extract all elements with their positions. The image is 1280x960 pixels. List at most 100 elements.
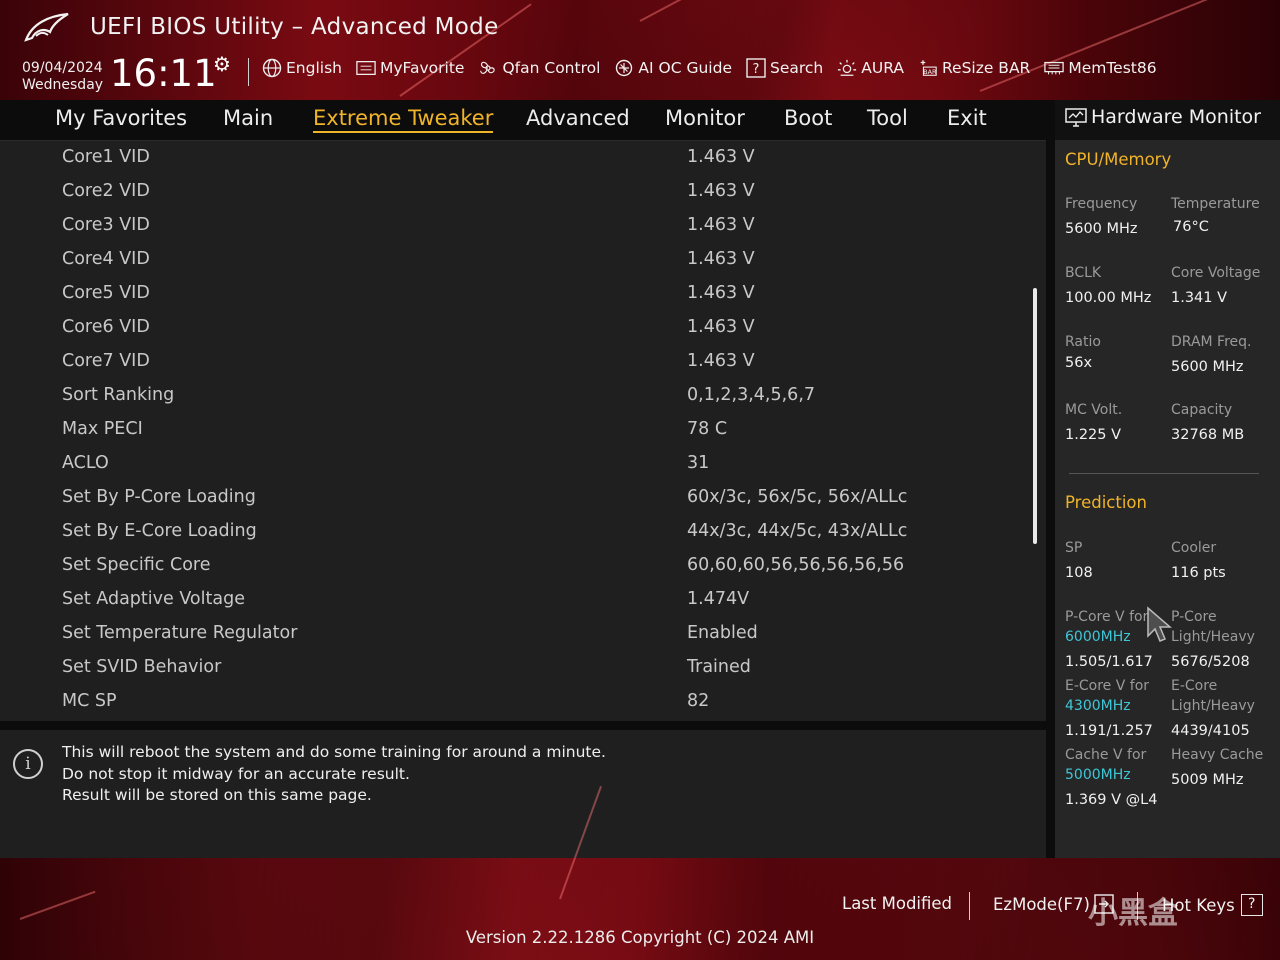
tab-tool[interactable]: Tool [867,106,908,130]
date-display: 09/04/2024 Wednesday [22,60,103,94]
search-label: Search [769,59,824,77]
setting-row[interactable]: Core5 VID 1.463 V [0,277,1030,311]
setting-value: Enabled [687,623,758,643]
setting-value: 0,1,2,3,4,5,6,7 [687,385,816,405]
tab-main[interactable]: Main [223,106,273,130]
tab-boot[interactable]: Boot [784,106,832,130]
language-button[interactable]: English [262,58,342,78]
memtest-button[interactable]: MemTest86 [1044,58,1157,78]
temperature-label: Temperature [1171,196,1260,212]
setting-row[interactable]: MC SP 82 [0,685,1030,719]
setting-label: Core4 VID [62,249,150,269]
setting-label: Core5 VID [62,283,150,303]
tab-extreme-tweaker[interactable]: Extreme Tweaker [313,106,494,133]
setting-row[interactable]: Core3 VID 1.463 V [0,209,1030,243]
tab-my-favorites[interactable]: My Favorites [55,106,187,130]
frequency-label: Frequency [1065,196,1138,212]
tab-advanced[interactable]: Advanced [526,106,630,130]
core-voltage-value: 1.341 V [1171,290,1228,306]
language-label: English [286,59,342,77]
setting-value: 31 [687,453,710,473]
gear-icon[interactable]: ⚙ [213,52,231,76]
setting-row[interactable]: Set SVID Behavior Trained [0,651,1030,685]
setting-row[interactable]: ACLO 31 [0,447,1030,481]
cache-v-value: 1.369 V @L4 [1065,792,1158,808]
memtest-label: MemTest86 [1068,59,1157,77]
setting-value: 78 C [687,419,728,439]
settings-scrollbar[interactable] [1033,288,1037,544]
setting-value: 60,60,60,56,56,56,56,56 [687,555,905,575]
tab-exit[interactable]: Exit [947,106,987,130]
temperature-value: 76°C [1173,219,1209,235]
mouse-cursor-icon [1147,606,1173,642]
pcore-lh-sublabel: Light/Heavy [1171,629,1255,645]
ecore-lh-value: 4439/4105 [1171,723,1250,739]
setting-row[interactable]: Set Temperature Regulator Enabled [0,617,1030,651]
setting-row[interactable]: Set By E-Core Loading 44x/3c, 44x/5c, 43x… [0,515,1030,549]
myfavorite-button[interactable]: MyFavorite [356,58,465,78]
setting-row[interactable]: Sort Ranking 0,1,2,3,4,5,6,7 [0,379,1030,413]
ecore-v-value: 1.191/1.257 [1065,723,1153,739]
heavy-cache-value: 5009 MHz [1171,772,1244,788]
tab-monitor[interactable]: Monitor [665,106,745,130]
setting-value: 1.463 V [687,317,755,337]
dram-freq-value: 5600 MHz [1171,359,1244,375]
svg-text:?: ? [753,62,760,77]
setting-row[interactable]: Max PECI 78 C [0,413,1030,447]
decor-streak [19,890,96,920]
app-title: UEFI BIOS Utility – Advanced Mode [90,14,499,40]
capacity-value: 32768 MB [1171,427,1245,443]
resize-bar-button[interactable]: BAR ReSize BAR [918,58,1030,78]
qfan-control-button[interactable]: Qfan Control [478,58,600,78]
setting-row[interactable]: Set By P-Core Loading 60x/3c, 56x/5c, 56x… [0,481,1030,515]
setting-label: Set SVID Behavior [62,657,222,677]
setting-row[interactable]: Core1 VID 1.463 V [0,141,1030,175]
sp-value: 108 [1065,565,1093,581]
ecore-v-freq: 4300MHz [1065,698,1131,714]
globe-icon [262,58,282,78]
qfan-control-label: Qfan Control [502,59,601,77]
frequency-value: 5600 MHz [1065,221,1138,237]
ecore-v-label: E-Core V for [1065,678,1150,694]
setting-row[interactable]: Core2 VID 1.463 V [0,175,1030,209]
last-modified-button[interactable]: Last Modified [842,894,952,913]
cooler-label: Cooler [1171,540,1217,556]
setting-row[interactable]: Core7 VID 1.463 V [0,345,1030,379]
mc-volt-label: MC Volt. [1065,402,1123,418]
resize-bar-label: ReSize BAR [941,59,1031,77]
fan-icon [478,58,498,78]
cpu-memory-section-title: CPU/Memory [1065,150,1172,169]
setting-row[interactable]: Core4 VID 1.463 V [0,243,1030,277]
hw-header: Hardware Monitor [1055,100,1280,140]
pcore-v-freq: 6000MHz [1065,629,1131,645]
bclk-value: 100.00 MHz [1065,290,1152,306]
hw-divider-line [1069,473,1259,474]
pcore-lh-value: 5676/5208 [1171,654,1250,670]
hw-divider [1046,100,1055,858]
ratio-label: Ratio [1065,334,1101,350]
ratio-value: 56x [1065,355,1093,371]
setting-label: ACLO [62,453,109,473]
rog-logo-icon [24,12,69,42]
aura-button[interactable]: AURA [837,58,904,78]
setting-row[interactable]: Set Adaptive Voltage 1.474V [0,583,1030,617]
setting-value: 1.463 V [687,215,755,235]
footer-divider [969,892,970,920]
setting-row[interactable]: Set Specific Core 60,60,60,56,56,56,56,56 [0,549,1030,583]
setting-row[interactable]: Core6 VID 1.463 V [0,311,1030,345]
setting-value: 1.463 V [687,283,755,303]
setting-label: Set By P-Core Loading [62,487,256,507]
ai-oc-guide-button[interactable]: AI OC Guide [614,58,732,78]
bclk-label: BCLK [1065,265,1102,281]
setting-label: Core6 VID [62,317,150,337]
hardware-monitor-panel: Hardware Monitor CPU/Memory Frequency 56… [1055,100,1280,858]
search-question-icon: ? [746,58,766,78]
setting-label: Core2 VID [62,181,150,201]
memtest-icon [1044,58,1065,78]
clock-display: 16:11 [110,52,217,95]
favorite-list-icon [356,58,376,78]
search-button[interactable]: ? Search [746,58,823,78]
top-header: UEFI BIOS Utility – Advanced Mode 09/04/… [0,0,1280,100]
myfavorite-label: MyFavorite [379,59,465,77]
setting-label: Core7 VID [62,351,150,371]
